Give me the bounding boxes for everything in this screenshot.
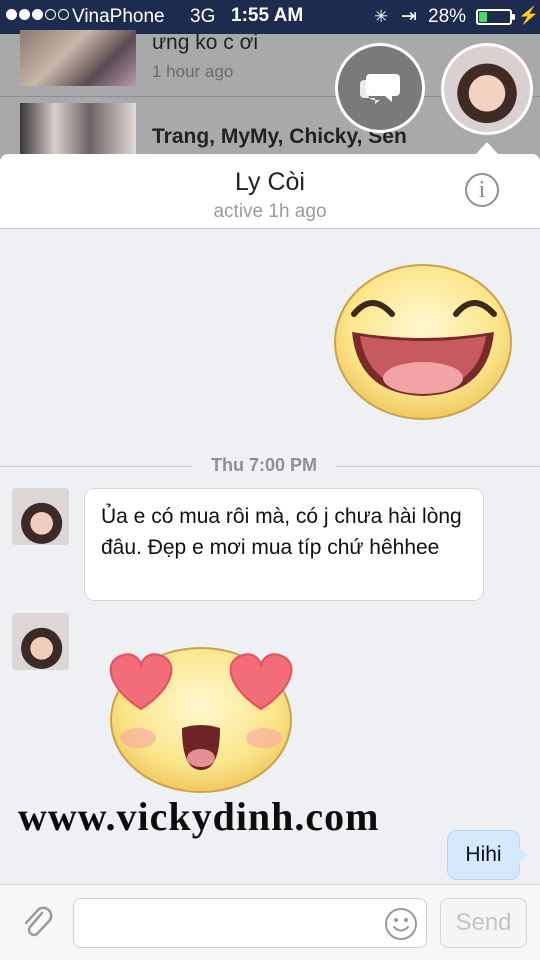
emoji-icon[interactable] (384, 907, 418, 941)
battery-percent: 28% (428, 6, 467, 27)
message-input[interactable] (73, 898, 427, 948)
conversation-thumbnail (20, 30, 136, 86)
contact-name: Ly Còi (235, 168, 305, 196)
avatar[interactable] (12, 613, 69, 670)
clock: 1:55 AM (231, 5, 304, 26)
carrier-name: VinaPhone (72, 6, 165, 27)
send-button[interactable]: Send (440, 898, 527, 948)
chat-header: Ly Còi active 1h ago i (0, 154, 540, 229)
paperclip-icon[interactable] (20, 905, 56, 941)
message-composer: Send (0, 884, 540, 960)
chat-bubbles-icon (360, 74, 400, 104)
message-timestamp: Thu 7:00 PM (193, 455, 336, 476)
list-item-title: ưng ko c ơi (152, 31, 259, 54)
chat-heads-button[interactable] (335, 43, 425, 133)
activity-spinner-icon: ✳ (374, 7, 389, 26)
group-thumbnail (20, 103, 136, 159)
signal-icon (6, 9, 69, 20)
network-type: 3G (190, 6, 216, 27)
status-bar: VinaPhone 3G 1:55 AM ✳ ⇥ 28% ⚡ (0, 0, 540, 34)
contact-chat-head-avatar[interactable] (441, 43, 533, 135)
watermark-text: www.vickydinh.com (18, 794, 380, 839)
outgoing-message-bubble[interactable]: Hihi (447, 830, 528, 880)
list-item-time: 1 hour ago (152, 62, 234, 81)
chat-head-pointer (476, 142, 498, 154)
heart-eyes-sticker (109, 647, 293, 793)
rotation-lock-icon: ⇥ (401, 6, 417, 27)
avatar[interactable] (12, 488, 69, 545)
incoming-message-bubble[interactable]: Ủa e có mua rôi mà, có j chưa hài lòng đ… (84, 488, 484, 601)
battery-fill (479, 12, 487, 22)
active-status: active 1h ago (213, 201, 327, 222)
charging-icon: ⚡ (518, 6, 540, 25)
laughing-sticker (334, 264, 512, 420)
battery-icon (476, 9, 515, 25)
info-icon[interactable]: i (465, 173, 499, 207)
chat-panel: Ly Còi active 1h ago i Thu 7:00 PM Ủa e … (0, 154, 540, 960)
